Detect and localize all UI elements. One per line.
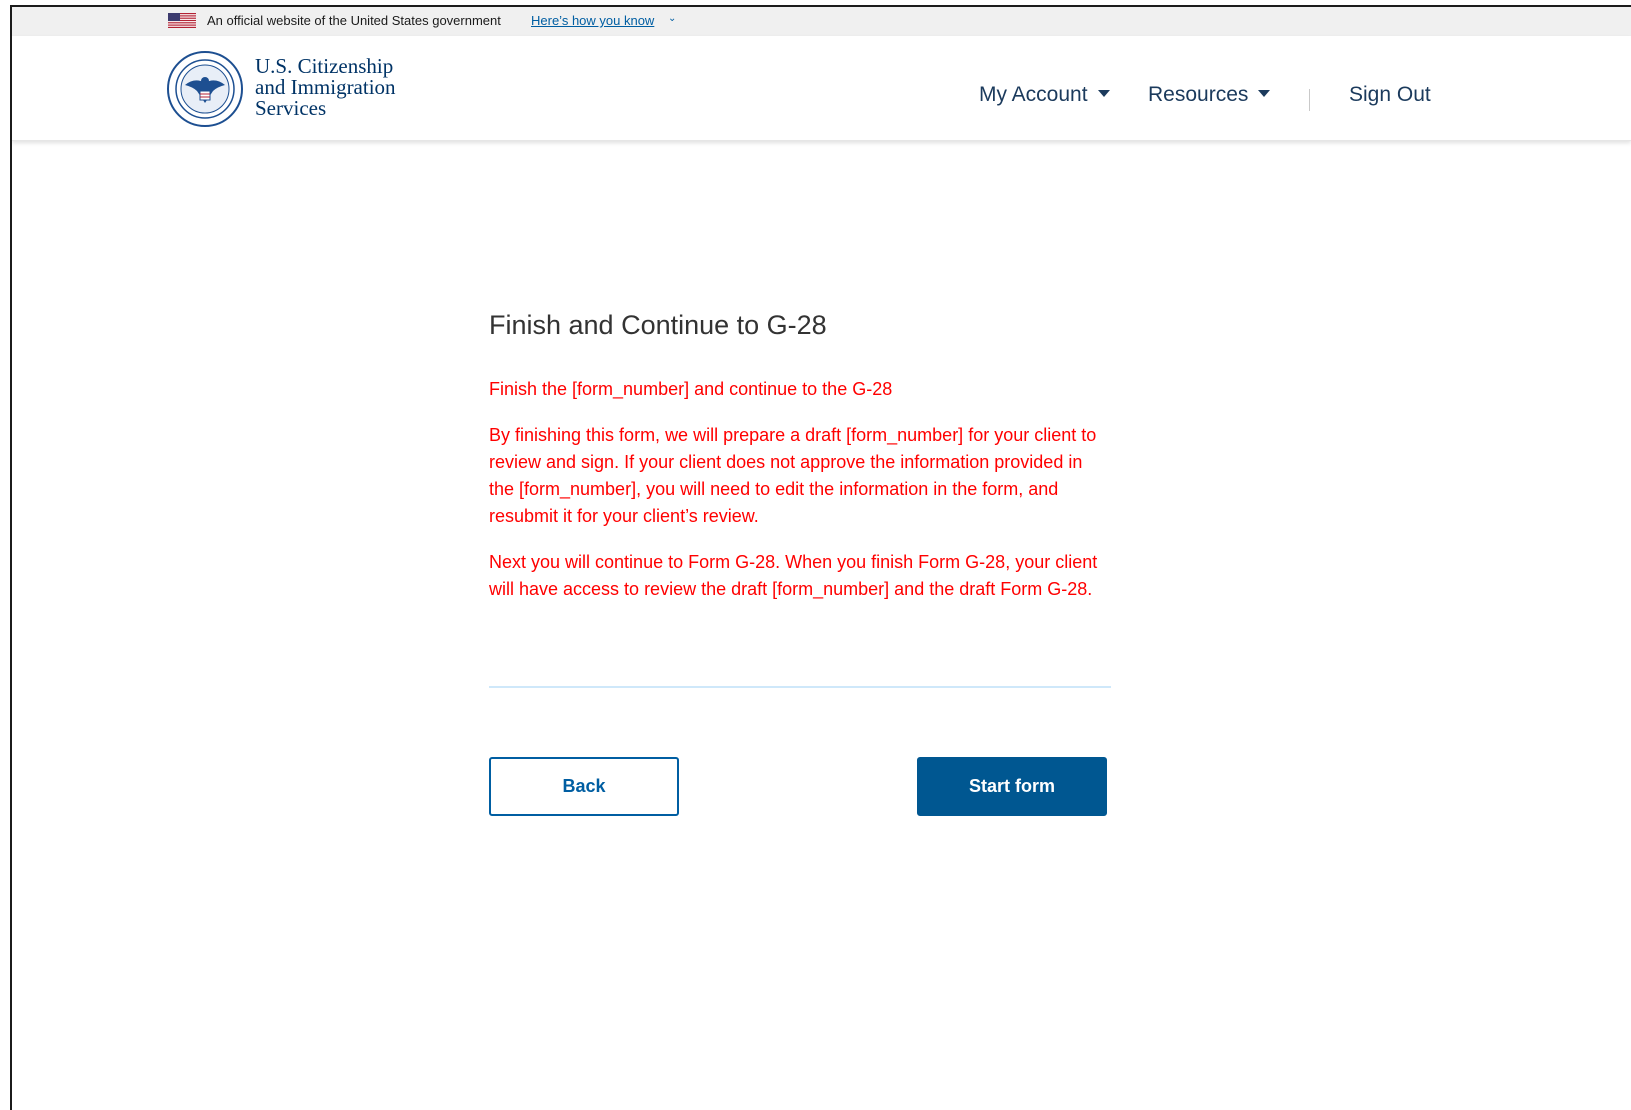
site-header: U.S. Citizenship and Immigration Service… — [12, 36, 1631, 141]
agency-name[interactable]: U.S. Citizenship and Immigration Service… — [255, 56, 396, 119]
back-button[interactable]: Back — [489, 757, 679, 816]
agency-name-line1: U.S. Citizenship — [255, 54, 394, 78]
intro-text: Finish the [form_number] and continue to… — [489, 379, 893, 399]
start-form-button[interactable]: Start form — [917, 757, 1107, 816]
us-flag-icon — [168, 13, 196, 28]
agency-name-line2: and Immigration — [255, 75, 396, 99]
section-divider — [489, 686, 1111, 688]
dhs-seal-icon[interactable] — [167, 51, 243, 127]
caret-down-icon — [1258, 89, 1271, 97]
main-content: Finish and Continue to G-28 Finish the [… — [489, 310, 1111, 603]
draft-explanation-text: By finishing this form, we will prepare … — [489, 425, 1097, 526]
agency-name-line3: Services — [255, 96, 327, 120]
nav-resources-label: Resources — [1148, 83, 1249, 106]
gov-banner: An official website of the United States… — [12, 7, 1631, 36]
next-step-text: Next you will continue to Form G-28. Whe… — [489, 552, 1098, 599]
chevron-down-icon[interactable]: ⌄ — [668, 13, 676, 24]
nav-divider — [1309, 89, 1310, 111]
nav-my-account-label: My Account — [979, 83, 1088, 106]
browser-frame: An official website of the United States… — [10, 5, 1631, 1110]
gov-banner-text: An official website of the United States… — [207, 13, 501, 28]
heres-how-you-know-link[interactable]: Here’s how you know — [531, 13, 654, 28]
nav-sign-out[interactable]: Sign Out — [1349, 83, 1431, 107]
nav-my-account[interactable]: My Account — [979, 83, 1110, 107]
nav-resources[interactable]: Resources — [1148, 83, 1271, 107]
page-title: Finish and Continue to G-28 — [489, 310, 827, 340]
caret-down-icon — [1097, 89, 1110, 97]
